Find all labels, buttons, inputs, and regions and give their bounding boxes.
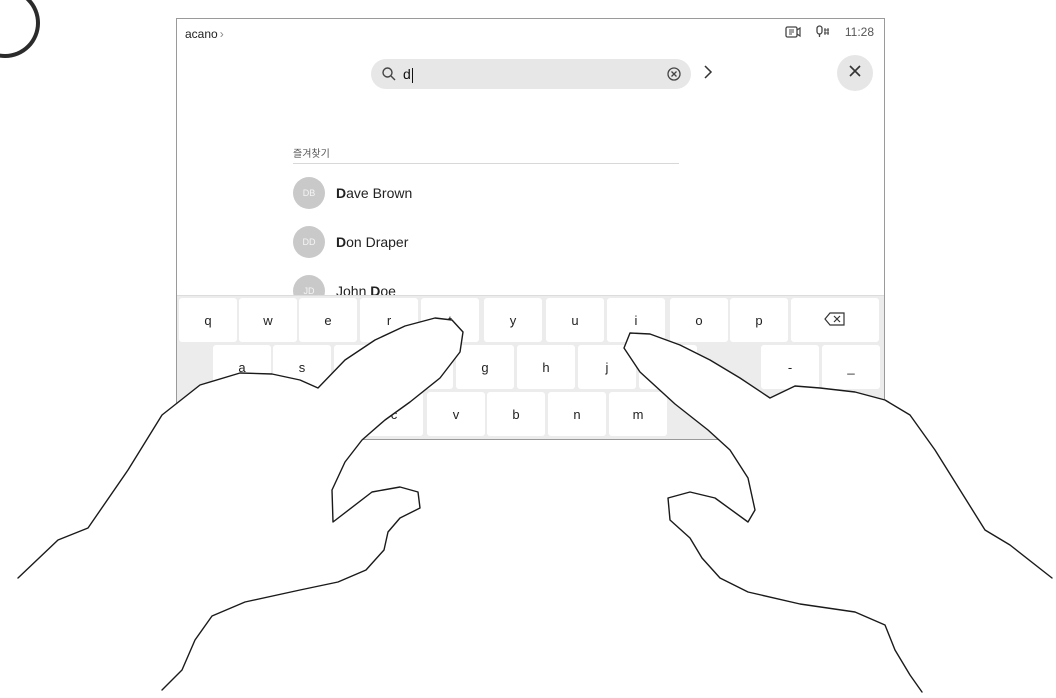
touch-panel-screen: acano › 11:28 d 즐겨찾기 DB Dave Brown DD Do… bbox=[176, 18, 885, 440]
key-h[interactable]: h bbox=[517, 345, 575, 389]
key-m[interactable]: m bbox=[609, 392, 667, 436]
backspace-icon bbox=[824, 311, 846, 329]
key-p[interactable]: p bbox=[730, 298, 788, 342]
key-q[interactable]: q bbox=[179, 298, 237, 342]
breadcrumb-label: acano bbox=[185, 27, 218, 41]
key-n[interactable]: n bbox=[548, 392, 606, 436]
name-match: D bbox=[336, 185, 347, 201]
search-input[interactable]: d bbox=[371, 59, 691, 89]
key-f[interactable]: f bbox=[395, 345, 453, 389]
search-icon bbox=[381, 66, 397, 87]
key-w[interactable]: w bbox=[239, 298, 297, 342]
key-s[interactable]: s bbox=[273, 345, 331, 389]
key-e[interactable]: e bbox=[299, 298, 357, 342]
key-j[interactable]: j bbox=[578, 345, 636, 389]
key-hyphen[interactable]: - bbox=[761, 345, 819, 389]
text-caret bbox=[411, 67, 413, 83]
key-t[interactable]: t bbox=[421, 298, 479, 342]
close-icon bbox=[848, 64, 862, 83]
key-i[interactable]: i bbox=[607, 298, 665, 342]
key-a[interactable]: a bbox=[213, 345, 271, 389]
breadcrumb[interactable]: acano › bbox=[185, 27, 224, 41]
name-rest: ave Brown bbox=[346, 185, 413, 201]
microphone-icon[interactable] bbox=[815, 25, 831, 39]
key-g[interactable]: g bbox=[456, 345, 514, 389]
key-underscore[interactable]: _ bbox=[822, 345, 880, 389]
avatar: DB bbox=[293, 177, 325, 209]
clear-icon[interactable] bbox=[665, 65, 683, 88]
key-z[interactable]: z bbox=[272, 392, 330, 436]
step-number-glyph bbox=[0, 0, 40, 58]
close-button[interactable] bbox=[837, 55, 873, 91]
contact-name: Don Draper bbox=[336, 234, 408, 250]
key-o[interactable]: o bbox=[670, 298, 728, 342]
contact-name: Dave Brown bbox=[336, 185, 412, 201]
contact-item[interactable]: DB Dave Brown bbox=[293, 177, 412, 209]
chevron-right-icon[interactable] bbox=[702, 64, 714, 85]
on-screen-keyboard: q w e r t y u i o p a s d f g h j k - _ … bbox=[177, 295, 884, 439]
key-u[interactable]: u bbox=[546, 298, 604, 342]
key-b[interactable]: b bbox=[487, 392, 545, 436]
key-v[interactable]: v bbox=[427, 392, 485, 436]
name-match: D bbox=[336, 234, 347, 250]
breadcrumb-separator: › bbox=[219, 27, 224, 41]
search-query-text: d bbox=[403, 66, 411, 82]
key-r[interactable]: r bbox=[360, 298, 418, 342]
avatar: DD bbox=[293, 226, 325, 258]
key-y[interactable]: y bbox=[484, 298, 542, 342]
contact-item[interactable]: DD Don Draper bbox=[293, 226, 408, 258]
name-rest: on Draper bbox=[346, 234, 409, 250]
key-d[interactable]: d bbox=[334, 345, 392, 389]
screen-share-icon[interactable] bbox=[785, 26, 801, 38]
key-c[interactable]: c bbox=[365, 392, 423, 436]
backspace-key[interactable] bbox=[791, 298, 879, 342]
clock-time: 11:28 bbox=[844, 25, 874, 39]
favorites-section-label: 즐겨찾기 bbox=[293, 145, 679, 164]
status-bar: acano › 11:28 bbox=[177, 19, 884, 45]
key-k[interactable]: k bbox=[639, 345, 697, 389]
